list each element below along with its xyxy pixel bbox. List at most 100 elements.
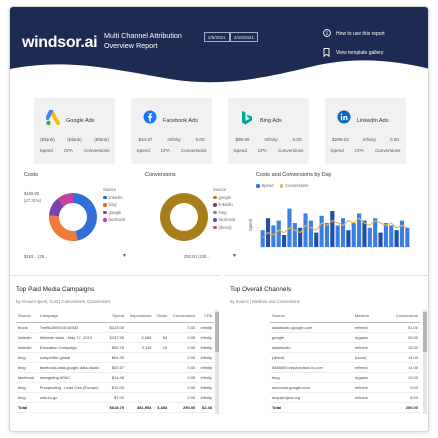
column-header[interactable]: Source bbox=[16, 310, 38, 323]
column-header[interactable]: Conversions bbox=[169, 310, 198, 323]
spend-bar[interactable] bbox=[292, 223, 297, 247]
spend-bar[interactable] bbox=[308, 220, 313, 247]
spend-bar[interactable] bbox=[362, 220, 367, 247]
bing-icon bbox=[240, 110, 254, 126]
spend-bar[interactable] bbox=[394, 230, 399, 247]
legend-item[interactable]: (direct) bbox=[213, 224, 236, 232]
table-cell bbox=[125, 372, 154, 383]
spend-bar[interactable] bbox=[282, 235, 287, 247]
table-row[interactable]: amprproject.org referral 8.00 bbox=[270, 392, 420, 403]
column-header[interactable]: Campaign bbox=[37, 310, 107, 323]
costs-slice[interactable] bbox=[49, 215, 78, 241]
spend-bar[interactable] bbox=[346, 230, 351, 247]
howto-link[interactable]: How to use this report bbox=[323, 29, 385, 38]
table-cell: referral bbox=[352, 322, 381, 333]
table-row[interactable]: bing organic 10.00 bbox=[270, 372, 420, 383]
spend-bar[interactable] bbox=[367, 227, 372, 247]
spend-bar[interactable] bbox=[378, 232, 383, 247]
kpi-cpa-label: CPA bbox=[354, 148, 364, 153]
conversions-dropdown-icon[interactable]: ▼ bbox=[232, 253, 237, 259]
legend-item[interactable]: facebook bbox=[213, 216, 236, 224]
column-header[interactable]: Source bbox=[270, 310, 353, 323]
spend-bar[interactable] bbox=[340, 218, 346, 247]
spend-bar[interactable] bbox=[383, 223, 388, 247]
table-row[interactable]: facebook retargeting APAC $14.98 0.00 Infini… bbox=[16, 372, 214, 383]
legend-item[interactable]: Conversions bbox=[279, 182, 308, 190]
table-cell: Education Campaign bbox=[37, 342, 107, 353]
table-row[interactable]: linkedin Education Campaign $90.78 2,119 15 0… bbox=[16, 342, 214, 353]
table-cell: google bbox=[270, 332, 353, 343]
table-row[interactable]: bing facebook-data-google-data-studio $52.… bbox=[16, 362, 214, 373]
table-row[interactable]: bing Prospecting - Lead Gen (Europe) $12.0… bbox=[16, 382, 214, 393]
spend-bar[interactable] bbox=[330, 211, 335, 247]
table-row[interactable]: bing competitor global $64.35 0.00 Infinity bbox=[16, 352, 214, 363]
campaigns-scrollbar[interactable] bbox=[215, 310, 219, 414]
channels-subtitle: by Source | Medium and Conversions bbox=[230, 299, 300, 304]
legend-item[interactable]: google bbox=[213, 194, 236, 202]
kpi-conv-label: Conversions bbox=[277, 148, 304, 153]
conversions-right-label: 250.00 (100... bbox=[184, 254, 210, 259]
date-from-input[interactable]: 2/6/2021 bbox=[204, 32, 230, 42]
windsor-logo[interactable]: windsor.ai bbox=[22, 34, 98, 52]
costs-dropdown-icon[interactable]: ▼ bbox=[122, 253, 127, 259]
table-row[interactable]: accounts.google.com referral 9.00 bbox=[270, 382, 420, 393]
campaigns-table: Source Campaign Spend Impressions Clicks Conv… bbox=[16, 310, 214, 413]
table-cell: 0.00 bbox=[169, 382, 198, 393]
spend-bar[interactable] bbox=[276, 220, 281, 247]
column-header[interactable]: Clicks bbox=[153, 310, 170, 323]
table-cell: $52.57 bbox=[106, 362, 126, 373]
howto-label: How to use this report bbox=[336, 30, 385, 37]
table-cell: $90.78 bbox=[106, 342, 126, 353]
column-header[interactable]: Conversions bbox=[380, 310, 420, 323]
spend-bar[interactable] bbox=[351, 223, 356, 247]
spend-bar[interactable] bbox=[319, 215, 324, 247]
table-row[interactable]: datastudio referral 16.00 bbox=[270, 342, 420, 353]
total-cell: Total bbox=[16, 401, 38, 413]
table-row[interactable]: 5466893.keywordtool.io.com referral 11.00 bbox=[270, 362, 420, 373]
spend-bar[interactable] bbox=[399, 220, 405, 247]
column-header[interactable]: Spend bbox=[106, 310, 126, 323]
table-row[interactable]: bing cms-to-go $7.00 0.00 Infinity bbox=[16, 392, 214, 403]
table-row[interactable]: linkedin Website visits - May 17, 2019 $13… bbox=[16, 332, 214, 343]
spend-bar[interactable] bbox=[389, 225, 394, 247]
table-row[interactable]: fbook Traffic20094/3/18/332 $123.06 0.00 Inf… bbox=[16, 322, 214, 333]
spend-bar[interactable] bbox=[314, 232, 319, 247]
costs-donut-chart[interactable] bbox=[47, 191, 99, 243]
table-cell: referral bbox=[352, 362, 381, 373]
conversions-slice[interactable] bbox=[160, 193, 209, 241]
spend-bar[interactable] bbox=[260, 230, 265, 247]
spend-bar[interactable] bbox=[405, 227, 410, 247]
column-header[interactable]: Impressions bbox=[125, 310, 154, 323]
kpi-spend-label: Spend bbox=[233, 148, 247, 153]
gallery-link[interactable]: View template gallery bbox=[323, 48, 383, 57]
costs-by-day-chart[interactable] bbox=[260, 195, 410, 253]
legend-item[interactable]: Spend bbox=[256, 182, 274, 190]
legend-item[interactable]: linkedin bbox=[103, 194, 126, 202]
table-cell: 0.00 bbox=[169, 372, 198, 383]
table-cell: 10.00 bbox=[380, 372, 420, 383]
column-header[interactable]: Medium bbox=[352, 310, 381, 323]
channels-scrollbar[interactable] bbox=[423, 310, 427, 414]
table-cell: 14.00 bbox=[380, 352, 420, 363]
table-cell: 0.00 bbox=[169, 362, 198, 373]
table-row[interactable]: datastudio.google.com referral 51.00 bbox=[270, 322, 420, 333]
spend-bar[interactable] bbox=[335, 225, 340, 247]
legend-item[interactable]: bing bbox=[103, 201, 126, 209]
table-row[interactable]: google organic 30.00 bbox=[270, 332, 420, 343]
conversions-donut-chart[interactable] bbox=[158, 191, 210, 243]
spend-bar[interactable] bbox=[324, 223, 330, 247]
total-cell: 381,954 bbox=[125, 401, 154, 413]
legend-item[interactable]: bing bbox=[213, 209, 236, 217]
table-row[interactable]: (direct) (none) 14.00 bbox=[270, 352, 420, 363]
legend-item[interactable]: google bbox=[103, 209, 126, 217]
report-title: Multi Channel Attribution Overview Repor… bbox=[104, 31, 204, 51]
legend-item[interactable]: linkedin bbox=[213, 201, 236, 209]
spend-bar[interactable] bbox=[271, 225, 276, 247]
legend-item[interactable]: facebook bbox=[103, 216, 126, 224]
spend-bar[interactable] bbox=[303, 213, 308, 247]
kpi-cpa-value: Infinity bbox=[264, 137, 278, 142]
costs-slice[interactable] bbox=[73, 193, 97, 241]
column-header[interactable]: CPA bbox=[197, 310, 214, 323]
table-cell: (none) bbox=[352, 352, 381, 363]
date-to-input[interactable]: 2/19/2021 bbox=[230, 32, 259, 42]
